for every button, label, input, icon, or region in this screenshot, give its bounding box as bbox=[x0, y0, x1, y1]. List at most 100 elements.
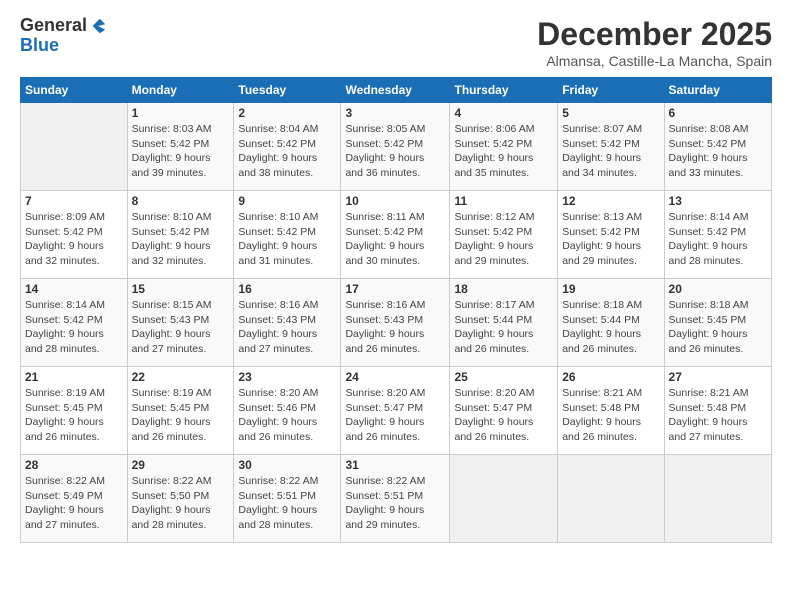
day-number: 15 bbox=[132, 282, 230, 296]
calendar-cell: 17 Sunrise: 8:16 AMSunset: 5:43 PMDayligh… bbox=[341, 279, 450, 367]
day-info: Sunrise: 8:21 AMSunset: 5:48 PMDaylight:… bbox=[562, 386, 659, 445]
day-number: 21 bbox=[25, 370, 123, 384]
day-info: Sunrise: 8:19 AMSunset: 5:45 PMDaylight:… bbox=[25, 386, 123, 445]
calendar-cell: 18 Sunrise: 8:17 AMSunset: 5:44 PMDayligh… bbox=[450, 279, 558, 367]
day-info: Sunrise: 8:03 AMSunset: 5:42 PMDaylight:… bbox=[132, 122, 230, 181]
logo: General Blue bbox=[20, 16, 107, 56]
day-number: 26 bbox=[562, 370, 659, 384]
calendar-cell: 1 Sunrise: 8:03 AMSunset: 5:42 PMDaylight… bbox=[127, 103, 234, 191]
calendar-header-sunday: Sunday bbox=[21, 78, 128, 103]
calendar-cell: 26 Sunrise: 8:21 AMSunset: 5:48 PMDayligh… bbox=[558, 367, 664, 455]
calendar-week-4: 21 Sunrise: 8:19 AMSunset: 5:45 PMDayligh… bbox=[21, 367, 772, 455]
calendar-cell: 29 Sunrise: 8:22 AMSunset: 5:50 PMDayligh… bbox=[127, 455, 234, 543]
day-info: Sunrise: 8:20 AMSunset: 5:46 PMDaylight:… bbox=[238, 386, 336, 445]
day-info: Sunrise: 8:04 AMSunset: 5:42 PMDaylight:… bbox=[238, 122, 336, 181]
header: General Blue December 2025 Almansa, Cast… bbox=[20, 16, 772, 69]
day-number: 19 bbox=[562, 282, 659, 296]
calendar-header-monday: Monday bbox=[127, 78, 234, 103]
calendar-cell: 20Sunrise: 8:18 AMSunset: 5:45 PMDayligh… bbox=[664, 279, 771, 367]
calendar-cell: 28 Sunrise: 8:22 AMSunset: 5:49 PMDayligh… bbox=[21, 455, 128, 543]
title-area: December 2025 Almansa, Castille-La Manch… bbox=[537, 16, 772, 69]
day-info: Sunrise: 8:18 AMSunset: 5:44 PMDaylight:… bbox=[562, 298, 659, 357]
calendar-cell: 14Sunrise: 8:14 AMSunset: 5:42 PMDayligh… bbox=[21, 279, 128, 367]
day-info: Sunrise: 8:16 AMSunset: 5:43 PMDaylight:… bbox=[238, 298, 336, 357]
calendar-cell: 8Sunrise: 8:10 AMSunset: 5:42 PMDaylight… bbox=[127, 191, 234, 279]
day-info: Sunrise: 8:17 AMSunset: 5:44 PMDaylight:… bbox=[454, 298, 553, 357]
calendar-week-5: 28 Sunrise: 8:22 AMSunset: 5:49 PMDayligh… bbox=[21, 455, 772, 543]
calendar-header-thursday: Thursday bbox=[450, 78, 558, 103]
calendar-cell bbox=[558, 455, 664, 543]
calendar-cell: 30 Sunrise: 8:22 AMSunset: 5:51 PMDayligh… bbox=[234, 455, 341, 543]
day-info: Sunrise: 8:06 AMSunset: 5:42 PMDaylight:… bbox=[454, 122, 553, 181]
calendar-header-tuesday: Tuesday bbox=[234, 78, 341, 103]
day-number: 20 bbox=[669, 282, 767, 296]
calendar-cell: 4 Sunrise: 8:06 AMSunset: 5:42 PMDaylight… bbox=[450, 103, 558, 191]
day-info: Sunrise: 8:22 AMSunset: 5:51 PMDaylight:… bbox=[238, 474, 336, 533]
subtitle: Almansa, Castille-La Mancha, Spain bbox=[537, 53, 772, 69]
day-info: Sunrise: 8:22 AMSunset: 5:50 PMDaylight:… bbox=[132, 474, 230, 533]
calendar-cell: 24 Sunrise: 8:20 AMSunset: 5:47 PMDayligh… bbox=[341, 367, 450, 455]
day-number: 25 bbox=[454, 370, 553, 384]
day-info: Sunrise: 8:22 AMSunset: 5:49 PMDaylight:… bbox=[25, 474, 123, 533]
day-number: 22 bbox=[132, 370, 230, 384]
day-info: Sunrise: 8:14 AMSunset: 5:42 PMDaylight:… bbox=[25, 298, 123, 357]
calendar-cell: 19 Sunrise: 8:18 AMSunset: 5:44 PMDayligh… bbox=[558, 279, 664, 367]
day-number: 11 bbox=[454, 194, 553, 208]
day-number: 8 bbox=[132, 194, 230, 208]
day-number: 29 bbox=[132, 458, 230, 472]
calendar-cell: 25 Sunrise: 8:20 AMSunset: 5:47 PMDayligh… bbox=[450, 367, 558, 455]
day-number: 28 bbox=[25, 458, 123, 472]
calendar-week-1: 1 Sunrise: 8:03 AMSunset: 5:42 PMDaylight… bbox=[21, 103, 772, 191]
day-number: 7 bbox=[25, 194, 123, 208]
calendar-cell: 13Sunrise: 8:14 AMSunset: 5:42 PMDayligh… bbox=[664, 191, 771, 279]
page: General Blue December 2025 Almansa, Cast… bbox=[0, 0, 792, 612]
day-number: 27 bbox=[669, 370, 767, 384]
day-info: Sunrise: 8:22 AMSunset: 5:51 PMDaylight:… bbox=[345, 474, 445, 533]
day-number: 10 bbox=[345, 194, 445, 208]
day-info: Sunrise: 8:20 AMSunset: 5:47 PMDaylight:… bbox=[345, 386, 445, 445]
calendar-cell: 9Sunrise: 8:10 AMSunset: 5:42 PMDaylight… bbox=[234, 191, 341, 279]
calendar-cell: 22 Sunrise: 8:19 AMSunset: 5:45 PMDayligh… bbox=[127, 367, 234, 455]
day-info: Sunrise: 8:21 AMSunset: 5:48 PMDaylight:… bbox=[669, 386, 767, 445]
calendar-cell: 31 Sunrise: 8:22 AMSunset: 5:51 PMDayligh… bbox=[341, 455, 450, 543]
day-info: Sunrise: 8:11 AMSunset: 5:42 PMDaylight:… bbox=[345, 210, 445, 269]
day-info: Sunrise: 8:16 AMSunset: 5:43 PMDaylight:… bbox=[345, 298, 445, 357]
calendar-week-2: 7Sunrise: 8:09 AMSunset: 5:42 PMDaylight… bbox=[21, 191, 772, 279]
main-title: December 2025 bbox=[537, 16, 772, 53]
logo-text-general: General bbox=[20, 16, 87, 36]
calendar-header-saturday: Saturday bbox=[664, 78, 771, 103]
day-number: 5 bbox=[562, 106, 659, 120]
day-info: Sunrise: 8:12 AMSunset: 5:42 PMDaylight:… bbox=[454, 210, 553, 269]
calendar-cell: 23Sunrise: 8:20 AMSunset: 5:46 PMDayligh… bbox=[234, 367, 341, 455]
calendar-cell bbox=[450, 455, 558, 543]
calendar-cell: 15Sunrise: 8:15 AMSunset: 5:43 PMDayligh… bbox=[127, 279, 234, 367]
day-info: Sunrise: 8:08 AMSunset: 5:42 PMDaylight:… bbox=[669, 122, 767, 181]
calendar-cell: 21 Sunrise: 8:19 AMSunset: 5:45 PMDayligh… bbox=[21, 367, 128, 455]
day-number: 13 bbox=[669, 194, 767, 208]
calendar-header-friday: Friday bbox=[558, 78, 664, 103]
day-info: Sunrise: 8:20 AMSunset: 5:47 PMDaylight:… bbox=[454, 386, 553, 445]
day-number: 2 bbox=[238, 106, 336, 120]
calendar: SundayMondayTuesdayWednesdayThursdayFrid… bbox=[20, 77, 772, 543]
calendar-cell: 10 Sunrise: 8:11 AMSunset: 5:42 PMDayligh… bbox=[341, 191, 450, 279]
logo-text-blue: Blue bbox=[20, 35, 59, 55]
calendar-cell: 2 Sunrise: 8:04 AMSunset: 5:42 PMDaylight… bbox=[234, 103, 341, 191]
day-number: 18 bbox=[454, 282, 553, 296]
day-number: 30 bbox=[238, 458, 336, 472]
day-number: 24 bbox=[345, 370, 445, 384]
day-number: 31 bbox=[345, 458, 445, 472]
day-info: Sunrise: 8:07 AMSunset: 5:42 PMDaylight:… bbox=[562, 122, 659, 181]
calendar-cell: 27 Sunrise: 8:21 AMSunset: 5:48 PMDayligh… bbox=[664, 367, 771, 455]
day-info: Sunrise: 8:10 AMSunset: 5:42 PMDaylight:… bbox=[238, 210, 336, 269]
day-number: 1 bbox=[132, 106, 230, 120]
calendar-cell: 6 Sunrise: 8:08 AMSunset: 5:42 PMDaylight… bbox=[664, 103, 771, 191]
day-number: 16 bbox=[238, 282, 336, 296]
day-number: 6 bbox=[669, 106, 767, 120]
calendar-header-wednesday: Wednesday bbox=[341, 78, 450, 103]
calendar-cell bbox=[664, 455, 771, 543]
calendar-cell: 11 Sunrise: 8:12 AMSunset: 5:42 PMDayligh… bbox=[450, 191, 558, 279]
day-number: 17 bbox=[345, 282, 445, 296]
calendar-cell: 7Sunrise: 8:09 AMSunset: 5:42 PMDaylight… bbox=[21, 191, 128, 279]
day-number: 4 bbox=[454, 106, 553, 120]
day-info: Sunrise: 8:19 AMSunset: 5:45 PMDaylight:… bbox=[132, 386, 230, 445]
